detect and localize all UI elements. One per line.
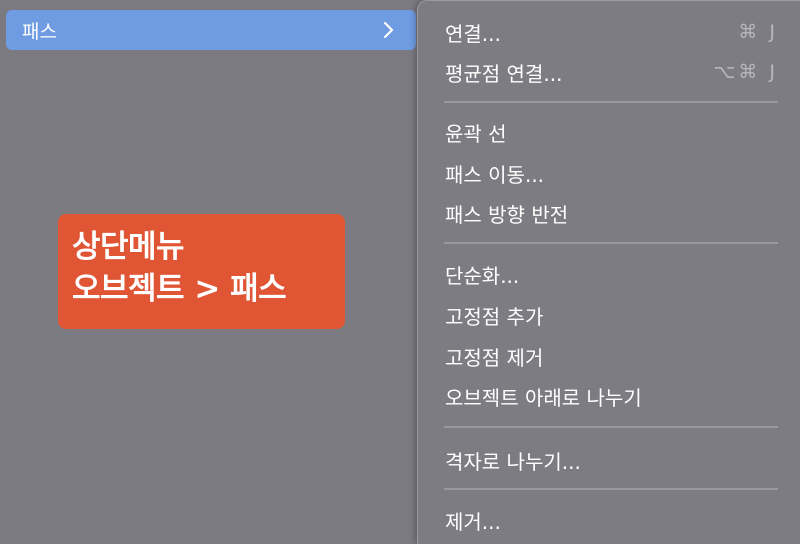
- menu-item-outline-stroke[interactable]: 윤곽 선: [445, 114, 778, 150]
- menu-item-simplify-label: 단순화...: [445, 263, 520, 288]
- menu-item-remove-anchor-points-label: 고정점 제거: [445, 345, 544, 370]
- callout-line-2: 오브젝트 > 패스: [72, 271, 287, 307]
- menu-item-join-shortcut: ⌘ J: [738, 21, 778, 43]
- menu-item-divide-objects-below-label: 오브젝트 아래로 나누기: [445, 385, 642, 410]
- menu-item-path[interactable]: 패스: [6, 10, 416, 50]
- menu-item-average-join-shortcut: ⌥⌘ J: [713, 61, 778, 83]
- menu-separator: [444, 101, 778, 103]
- menu-item-outline-stroke-label: 윤곽 선: [445, 121, 507, 146]
- menu-separator: [444, 242, 778, 244]
- menu-item-reverse-path-direction[interactable]: 패스 방향 반전: [445, 195, 778, 231]
- menu-item-offset-path[interactable]: 패스 이동...: [445, 155, 778, 191]
- menu-separator: [444, 488, 778, 490]
- menu-item-path-label: 패스: [22, 20, 57, 43]
- menu-item-clean-up-label: 제거...: [445, 509, 501, 534]
- menu-item-join-label: 연결...: [445, 21, 501, 46]
- path-submenu: 연결... ⌘ J 평균점 연결... ⌥⌘ J 윤곽 선 패스 이동... 패…: [417, 0, 800, 544]
- menu-item-remove-anchor-points[interactable]: 고정점 제거: [445, 338, 778, 374]
- menu-item-average-join-label: 평균점 연결...: [445, 61, 563, 86]
- menu-item-add-anchor-points-label: 고정점 추가: [445, 304, 544, 329]
- chevron-right-icon: [383, 21, 394, 39]
- menu-item-simplify[interactable]: 단순화...: [445, 256, 778, 292]
- menu-item-divide-objects-below[interactable]: 오브젝트 아래로 나누기: [445, 378, 778, 414]
- menu-item-clean-up[interactable]: 제거...: [445, 502, 778, 538]
- menu-item-split-into-grid-label: 격자로 나누기...: [445, 449, 581, 474]
- menu-item-split-into-grid[interactable]: 격자로 나누기...: [445, 442, 778, 478]
- callout-line-1: 상단메뉴: [72, 229, 185, 265]
- menu-item-reverse-path-direction-label: 패스 방향 반전: [445, 202, 569, 227]
- menu-item-join[interactable]: 연결... ⌘ J: [445, 14, 778, 50]
- annotation-callout: 상단메뉴 오브젝트 > 패스: [58, 214, 345, 329]
- menu-item-offset-path-label: 패스 이동...: [445, 162, 545, 187]
- menu-item-add-anchor-points[interactable]: 고정점 추가: [445, 297, 778, 333]
- menu-item-average-join[interactable]: 평균점 연결... ⌥⌘ J: [445, 54, 778, 90]
- menu-separator: [444, 426, 778, 428]
